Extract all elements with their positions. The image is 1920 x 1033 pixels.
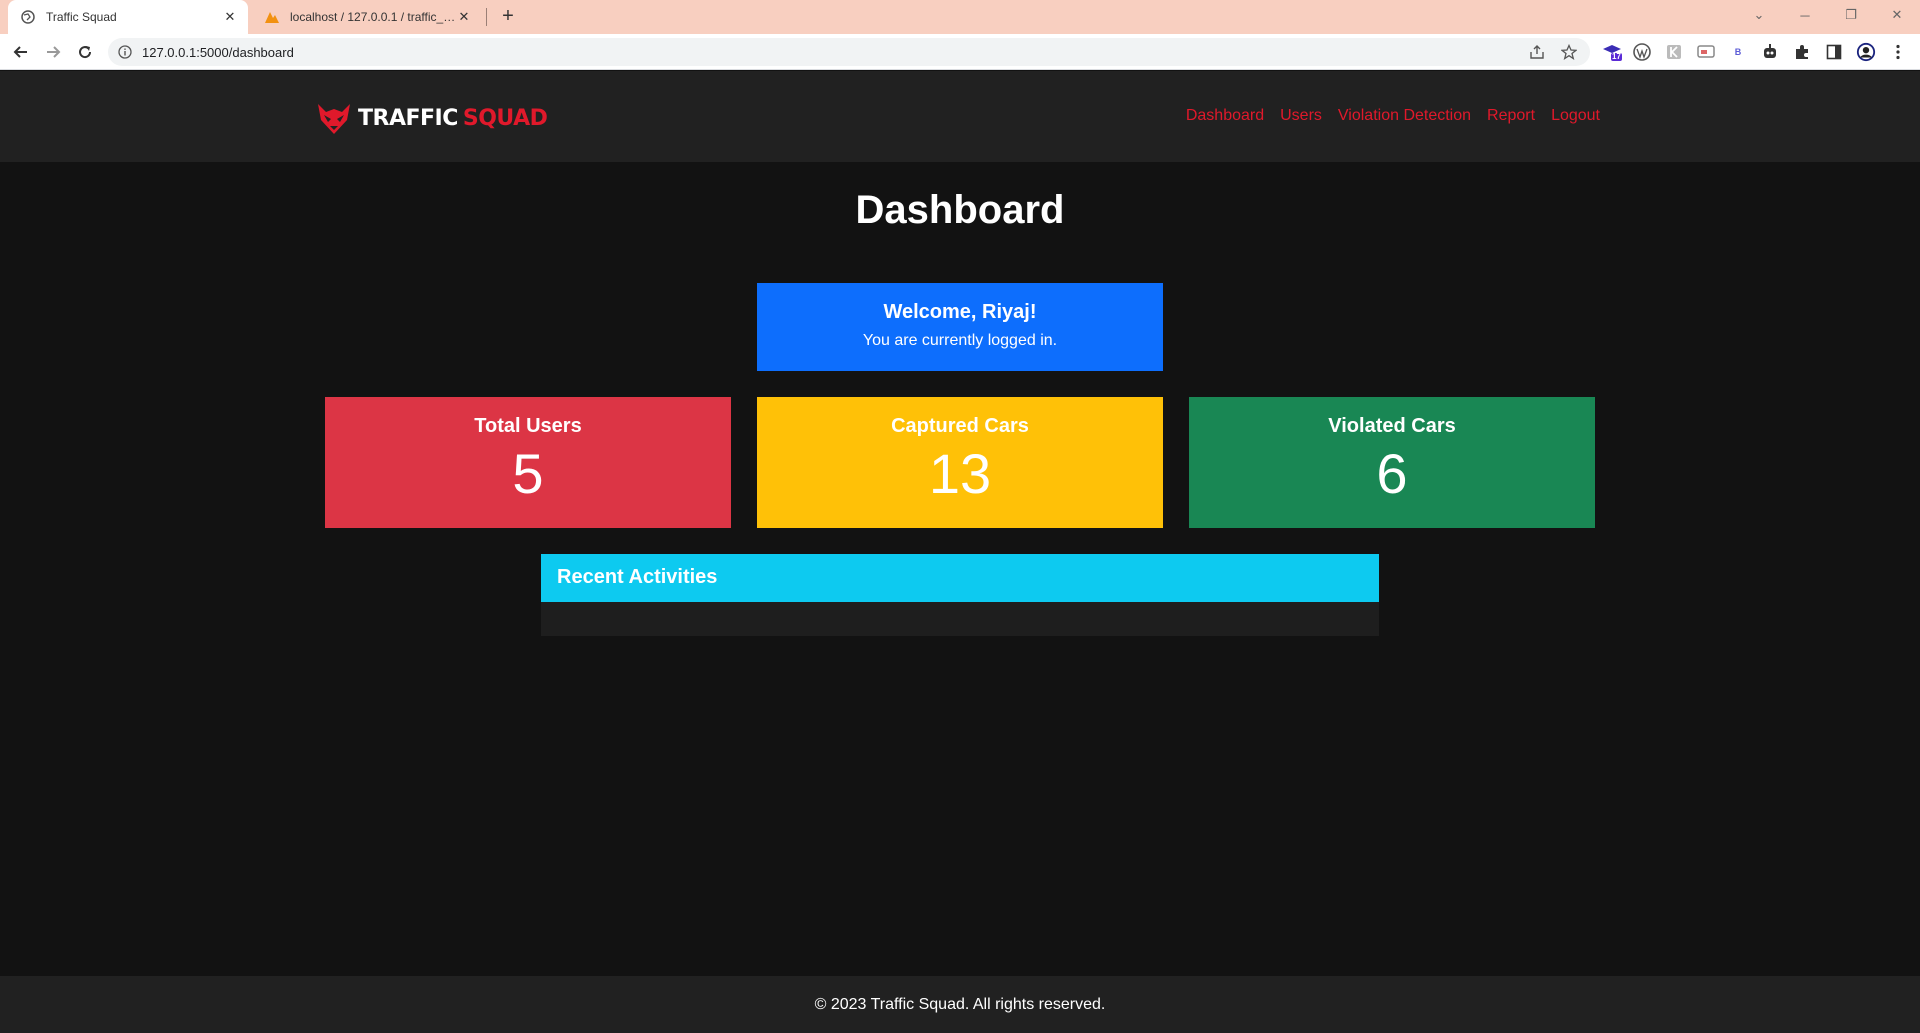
stat-label: Total Users (474, 415, 582, 437)
stat-label: Violated Cars (1328, 415, 1456, 437)
tab-traffic-squad[interactable]: Traffic Squad ✕ (8, 0, 248, 34)
captured-cars-card: Captured Cars 13 (757, 397, 1163, 528)
restore-button[interactable]: ❐ (1829, 0, 1873, 30)
browser-menu-icon[interactable] (1888, 42, 1908, 62)
recent-activities-panel: Recent Activities (541, 554, 1379, 636)
nav-users[interactable]: Users (1280, 107, 1322, 125)
site-info-icon (118, 45, 132, 59)
footer-copyright: © 2023 Traffic Squad. All rights reserve… (814, 996, 1106, 1013)
extension-robot-icon[interactable] (1760, 42, 1780, 62)
nav-report[interactable]: Report (1487, 107, 1535, 125)
tab-title: localhost / 127.0.0.1 / traffic_squad (290, 10, 456, 24)
url-text: 127.0.0.1:5000/dashboard (142, 44, 294, 60)
globe-icon (20, 9, 36, 25)
reload-icon (79, 46, 92, 59)
page-title: Dashboard (855, 188, 1065, 232)
logo-word-squad: SQUAD (462, 105, 548, 131)
bookmark-star-icon[interactable] (1558, 41, 1580, 63)
tab-divider (486, 8, 487, 26)
extension-badge: 17 (1612, 52, 1621, 61)
welcome-card: Welcome, Riyaj! You are currently logged… (757, 283, 1163, 371)
new-tab-button[interactable]: + (496, 5, 520, 29)
address-bar[interactable]: 127.0.0.1:5000/dashboard (108, 38, 1590, 66)
nav-logout[interactable]: Logout (1551, 107, 1600, 125)
site-logo[interactable]: TRAFFIC SQUAD (316, 99, 548, 137)
back-button[interactable] (7, 38, 35, 66)
close-window-button[interactable]: ✕ (1875, 0, 1919, 30)
forward-button[interactable] (39, 38, 67, 66)
nav-violation-detection[interactable]: Violation Detection (1338, 107, 1471, 125)
stat-value: 13 (928, 442, 992, 505)
extension-k-icon[interactable] (1664, 42, 1684, 62)
nav-dashboard[interactable]: Dashboard (1186, 107, 1264, 125)
extension-graduation-icon[interactable]: 17 (1602, 42, 1622, 62)
browser-toolbar: 127.0.0.1:5000/dashboard 17 B (0, 34, 1920, 70)
share-icon[interactable] (1526, 41, 1548, 63)
recent-activities-list (541, 602, 1379, 636)
stat-label: Captured Cars (891, 415, 1029, 437)
tab-title: Traffic Squad (46, 10, 117, 24)
close-tab-icon[interactable]: ✕ (456, 9, 472, 25)
fox-mask-icon (318, 104, 350, 134)
violated-cars-card: Violated Cars 6 (1189, 397, 1595, 528)
stat-value: 5 (512, 442, 544, 505)
forward-arrow-icon (47, 46, 61, 58)
recent-activities-heading: Recent Activities (541, 554, 1379, 602)
logo-word-traffic: TRAFFIC (358, 105, 458, 131)
minimize-button[interactable]: ─ (1783, 0, 1827, 30)
wordpress-icon[interactable] (1632, 42, 1652, 62)
back-arrow-icon (13, 46, 27, 58)
main-nav: Dashboard Users Violation Detection Repo… (1186, 107, 1600, 125)
phpmyadmin-icon (264, 9, 280, 25)
welcome-subtext: You are currently logged in. (862, 332, 1058, 349)
site-header: TRAFFIC SQUAD Dashboard Users Violation D… (0, 71, 1920, 162)
side-panel-icon[interactable] (1824, 42, 1844, 62)
close-tab-icon[interactable]: ✕ (222, 9, 238, 25)
stat-value: 6 (1376, 442, 1408, 505)
profile-avatar-icon[interactable] (1856, 42, 1876, 62)
extension-screen-icon[interactable] (1696, 42, 1716, 62)
extensions-puzzle-icon[interactable] (1792, 42, 1812, 62)
tab-phpmyadmin[interactable]: localhost / 127.0.0.1 / traffic_squad ✕ (254, 0, 482, 34)
extension-b-icon[interactable]: B (1728, 42, 1748, 62)
reload-button[interactable] (71, 38, 99, 66)
tab-search-icon[interactable]: ⌄ (1737, 0, 1781, 30)
total-users-card: Total Users 5 (325, 397, 731, 528)
tab-strip: Traffic Squad ✕ localhost / 127.0.0.1 / … (0, 0, 1920, 34)
welcome-heading: Welcome, Riyaj! (883, 301, 1037, 323)
site-footer: © 2023 Traffic Squad. All rights reserve… (0, 976, 1920, 1033)
